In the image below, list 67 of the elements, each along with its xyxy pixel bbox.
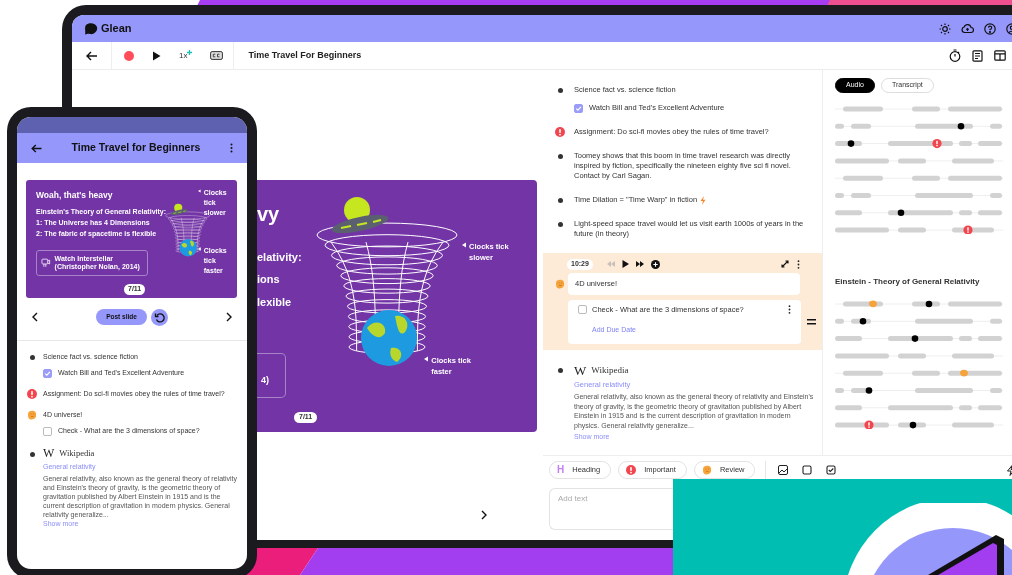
app-name: Glean (101, 21, 132, 37)
slide-heading: Woah, that's heavy (36, 189, 113, 202)
bullet-icon (557, 221, 563, 227)
bullet-icon (557, 153, 563, 159)
image-icon[interactable] (778, 465, 789, 475)
review-icon (701, 465, 712, 475)
alert-icon (626, 465, 637, 475)
more-icon[interactable] (797, 259, 800, 269)
add-icon[interactable] (650, 259, 660, 269)
checkbox[interactable] (43, 426, 52, 436)
help-icon[interactable] (984, 22, 996, 35)
undo-icon[interactable] (150, 308, 168, 326)
review-icon (27, 410, 37, 420)
play-icon[interactable] (152, 50, 161, 61)
pointer-icon (198, 246, 201, 252)
next-slide-icon[interactable] (226, 312, 232, 322)
fast-forward-icon[interactable] (635, 261, 644, 268)
wikipedia-logo: W (574, 363, 587, 377)
slide-text: lexible (257, 295, 292, 310)
next-slide-icon[interactable] (481, 510, 487, 520)
sun-icon[interactable] (939, 22, 951, 35)
captions-icon[interactable] (210, 51, 224, 60)
review-icon (555, 278, 565, 289)
notebook-icon[interactable] (972, 49, 983, 62)
video-caption: 4) (261, 374, 269, 387)
heading-mark: H (557, 465, 565, 475)
alert-icon (555, 127, 565, 137)
checkbox[interactable] (43, 368, 52, 378)
slide-text: elativity: (257, 250, 302, 265)
plus-icon (187, 49, 193, 55)
previous-slide-icon[interactable] (32, 312, 38, 322)
back-arrow-icon[interactable] (85, 50, 98, 61)
cloud-icon[interactable] (961, 23, 974, 34)
bullet-icon (557, 368, 563, 373)
screen-title: Time Travel for Beginners (70, 140, 202, 156)
layout-icon[interactable] (994, 50, 1006, 61)
checkbox-icon[interactable] (826, 465, 837, 475)
slide-text: ions (257, 272, 280, 287)
more-icon[interactable] (788, 304, 791, 314)
record-button[interactable] (124, 50, 134, 61)
bullet-icon (29, 354, 35, 360)
square-icon[interactable] (802, 465, 813, 475)
expand-icon[interactable] (781, 260, 789, 269)
pointer-icon (424, 356, 429, 362)
placeholder-text: Add text (558, 494, 588, 503)
alert-icon (27, 389, 37, 399)
checkbox[interactable] (578, 304, 587, 314)
speed-button[interactable]: 1x (179, 49, 193, 62)
pointer-icon (198, 188, 201, 194)
logo-icon (84, 22, 98, 35)
bullet-icon (557, 87, 563, 93)
slide-heading: vy (257, 204, 280, 224)
back-arrow-icon[interactable] (31, 143, 42, 153)
timer-icon[interactable] (949, 49, 961, 62)
checkbox[interactable] (574, 103, 583, 113)
play-icon[interactable] (621, 260, 629, 269)
more-icon[interactable] (230, 143, 233, 153)
source-name: Wikipedia (59, 447, 95, 460)
pointer-icon (462, 242, 467, 248)
drag-handle-icon[interactable] (807, 318, 816, 325)
lecture-title: Time Travel For Beginners (248, 48, 362, 62)
section-title: Einstein - Theory of General Relativity (835, 276, 981, 288)
bullet-icon (29, 451, 35, 457)
bullet-icon (557, 197, 563, 203)
video-camera-icon (41, 258, 51, 268)
wikipedia-logo: W (43, 447, 55, 460)
source-name: Wikipedia (591, 363, 629, 377)
